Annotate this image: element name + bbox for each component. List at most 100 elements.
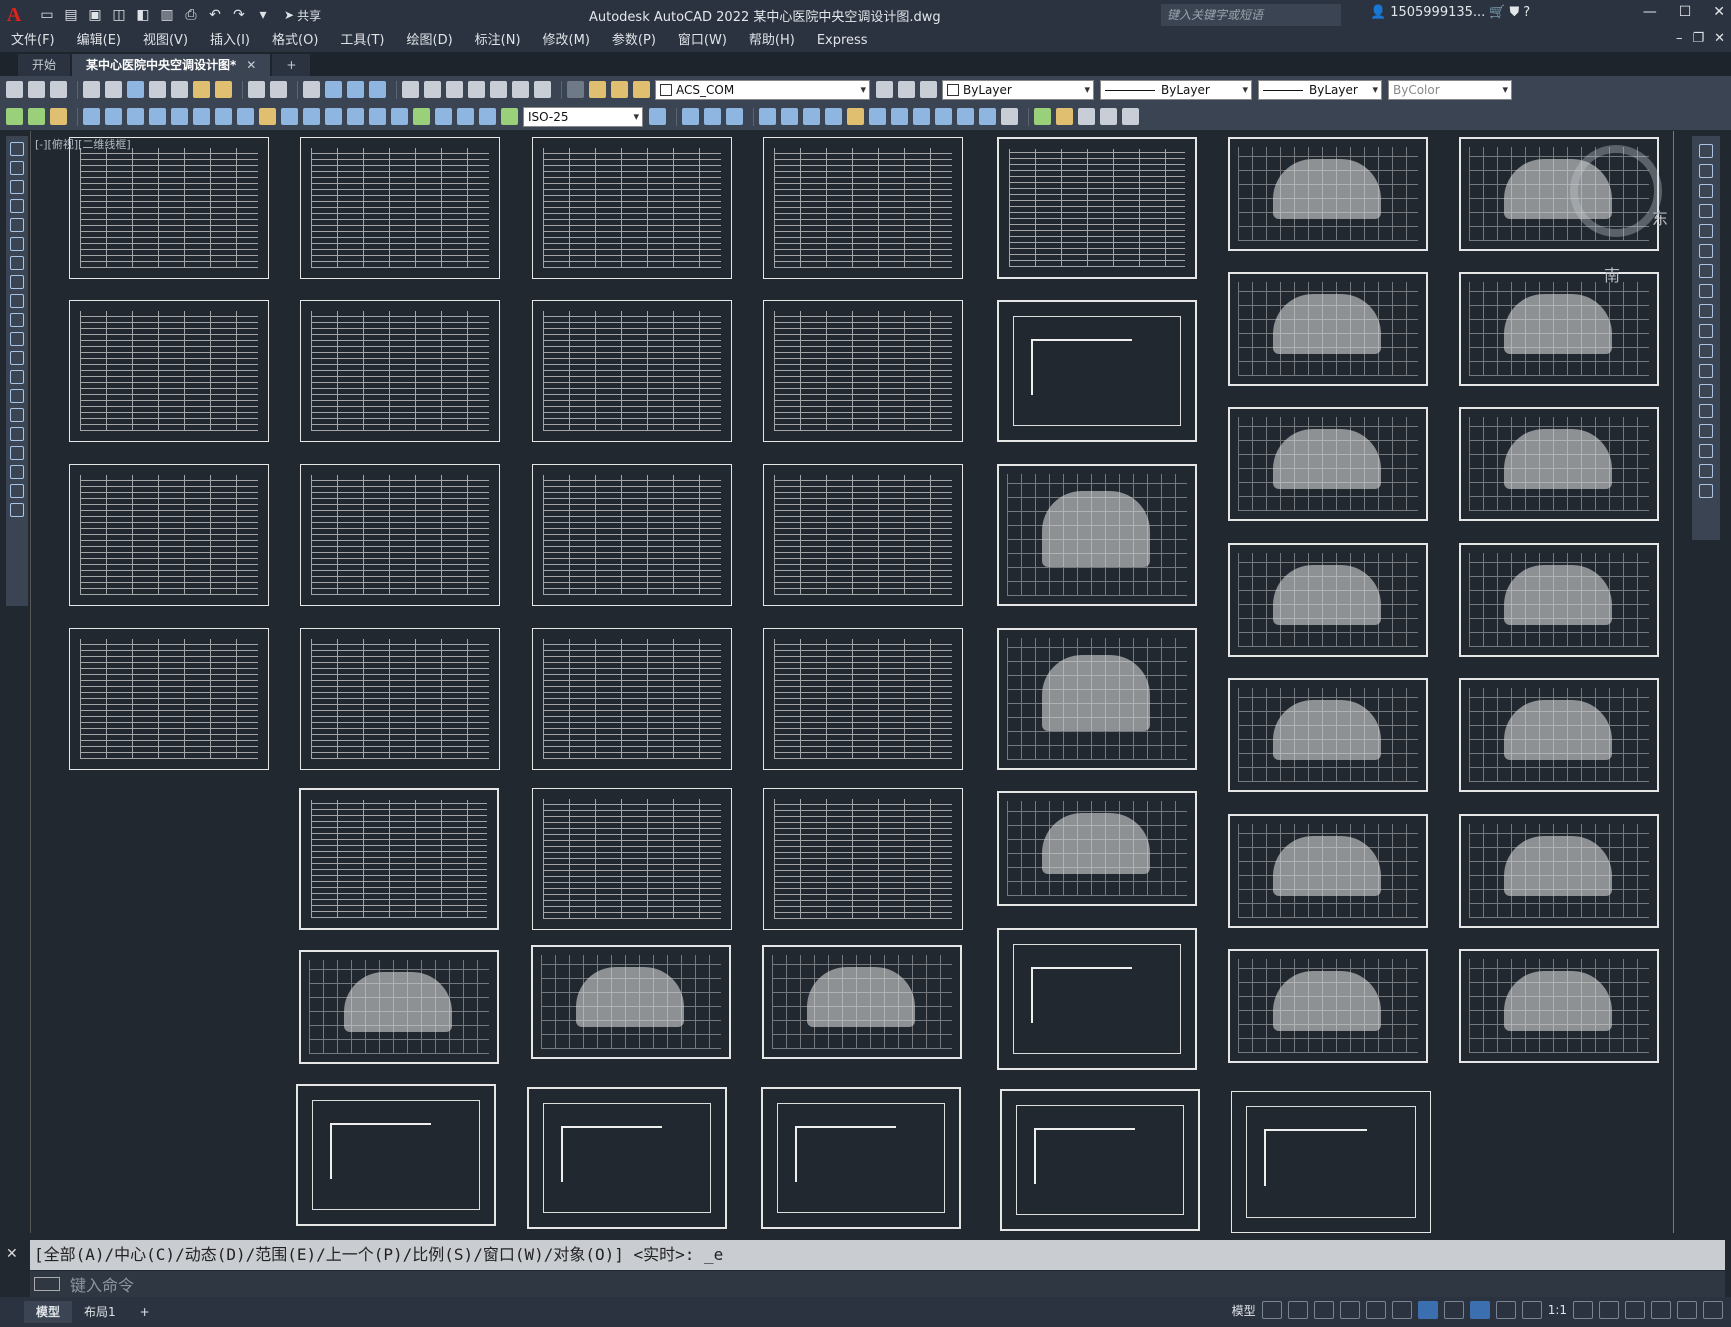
new-tab-button[interactable]: + bbox=[272, 54, 311, 76]
dim-jogged-icon[interactable] bbox=[193, 108, 210, 125]
doc-close-button[interactable]: ✕ bbox=[1714, 31, 1725, 46]
tab-layout1[interactable]: 布局1 bbox=[72, 1301, 128, 1323]
trim-icon[interactable] bbox=[1699, 324, 1713, 338]
ortho-icon[interactable] bbox=[1313, 1301, 1334, 1319]
layer-freeze-icon[interactable] bbox=[611, 81, 628, 98]
close-button[interactable]: ✕ bbox=[1713, 4, 1725, 20]
menu-draw[interactable]: 绘图(D) bbox=[396, 30, 464, 52]
modify-offset-icon[interactable] bbox=[726, 108, 743, 125]
dimstyle-manager-icon[interactable] bbox=[649, 108, 666, 125]
dim-linear-icon[interactable] bbox=[83, 108, 100, 125]
dim-angular-icon[interactable] bbox=[237, 108, 254, 125]
ellipse-arc-icon[interactable] bbox=[10, 332, 24, 346]
menu-window[interactable]: 窗口(W) bbox=[667, 30, 738, 52]
blend-icon[interactable] bbox=[1699, 464, 1713, 478]
tool-palettes-icon[interactable] bbox=[446, 81, 463, 98]
minimize-button[interactable]: — bbox=[1643, 4, 1657, 20]
block-create-icon[interactable] bbox=[1056, 108, 1073, 125]
menu-format[interactable]: 格式(O) bbox=[261, 30, 329, 52]
paste-icon[interactable] bbox=[193, 81, 210, 98]
help-icon[interactable] bbox=[534, 81, 551, 98]
open-icon[interactable] bbox=[28, 81, 45, 98]
polygon-icon[interactable] bbox=[10, 199, 24, 213]
lineweight-toggle-icon[interactable] bbox=[1443, 1301, 1464, 1319]
cart-icon[interactable]: 🛒 bbox=[1489, 5, 1505, 20]
break-at-point-icon[interactable] bbox=[1699, 364, 1713, 378]
array-icon[interactable] bbox=[1699, 224, 1713, 238]
spline-icon[interactable] bbox=[10, 294, 24, 308]
modify-move-icon[interactable] bbox=[781, 108, 798, 125]
polar-icon[interactable] bbox=[1339, 1301, 1360, 1319]
qnew-icon[interactable] bbox=[6, 81, 23, 98]
customize-icon[interactable] bbox=[1703, 1301, 1723, 1319]
plotstyle-dropdown[interactable]: ByColor bbox=[1388, 79, 1512, 100]
modify-extend-icon[interactable] bbox=[891, 108, 908, 125]
menu-modify[interactable]: 修改(M) bbox=[532, 30, 601, 52]
dim-aligned-icon[interactable] bbox=[105, 108, 122, 125]
dimstyle-dropdown[interactable]: ISO-25 bbox=[523, 106, 643, 127]
menu-dimension[interactable]: 标注(N) bbox=[464, 30, 532, 52]
object-snap-icon[interactable] bbox=[1417, 1301, 1438, 1319]
block-icon-3[interactable] bbox=[1078, 108, 1095, 125]
join-icon[interactable] bbox=[1699, 404, 1713, 418]
explode-icon[interactable] bbox=[1699, 484, 1713, 498]
doc-minimize-button[interactable]: – bbox=[1676, 31, 1683, 46]
rectangle-icon[interactable] bbox=[10, 218, 24, 232]
plot-icon[interactable] bbox=[83, 81, 100, 98]
modify-copy-icon[interactable] bbox=[682, 108, 699, 125]
polyline-icon[interactable] bbox=[10, 180, 24, 194]
modify-array-icon[interactable] bbox=[759, 108, 776, 125]
plus-icon[interactable] bbox=[1599, 1301, 1619, 1319]
copy-icon[interactable] bbox=[1699, 164, 1713, 178]
snap-icon[interactable] bbox=[1287, 1301, 1308, 1319]
design-center-icon[interactable] bbox=[424, 81, 441, 98]
hatch-icon[interactable] bbox=[10, 408, 24, 422]
annotation-visibility-icon[interactable] bbox=[1469, 1301, 1490, 1319]
dim-diameter-icon[interactable] bbox=[215, 108, 232, 125]
dim-text-edit-icon[interactable] bbox=[479, 108, 496, 125]
extend-icon[interactable] bbox=[1699, 344, 1713, 358]
modify-stretch-icon[interactable] bbox=[847, 108, 864, 125]
break-icon[interactable] bbox=[1699, 384, 1713, 398]
dim-break-icon[interactable] bbox=[347, 108, 364, 125]
layer-previous-icon[interactable] bbox=[898, 81, 915, 98]
region-icon[interactable] bbox=[10, 446, 24, 460]
circle-icon[interactable] bbox=[10, 256, 24, 270]
markup-icon[interactable] bbox=[490, 81, 507, 98]
maximize-button[interactable]: ☐ bbox=[1679, 4, 1692, 20]
menu-tools[interactable]: 工具(T) bbox=[329, 30, 395, 52]
dim-arc-icon[interactable] bbox=[127, 108, 144, 125]
menu-view[interactable]: 视图(V) bbox=[132, 30, 199, 52]
zoom-window-icon[interactable] bbox=[347, 81, 364, 98]
open-icon[interactable]: ▤ bbox=[62, 6, 80, 24]
dim-radius-icon[interactable] bbox=[171, 108, 188, 125]
grid-icon[interactable] bbox=[1261, 1301, 1282, 1319]
inspection-icon[interactable] bbox=[413, 108, 430, 125]
move-icon[interactable] bbox=[1699, 244, 1713, 258]
scale-icon[interactable] bbox=[1699, 284, 1713, 298]
mirror-icon[interactable] bbox=[1699, 184, 1713, 198]
modify-trim-icon[interactable] bbox=[869, 108, 886, 125]
add-selected-icon[interactable] bbox=[10, 503, 24, 517]
matchprop-icon[interactable] bbox=[215, 81, 232, 98]
fillet-icon[interactable] bbox=[1699, 444, 1713, 458]
help-icon[interactable]: ? bbox=[1523, 5, 1530, 20]
compass-south-label[interactable]: 南 bbox=[1604, 262, 1620, 286]
tab-model[interactable]: 模型 bbox=[24, 1301, 73, 1323]
cut-icon[interactable] bbox=[149, 81, 166, 98]
menu-express[interactable]: Express bbox=[806, 30, 879, 52]
plot-icon[interactable]: ▥ bbox=[158, 6, 176, 24]
annotation-scale-icon[interactable] bbox=[1521, 1301, 1542, 1319]
print-icon[interactable]: ⎙ bbox=[182, 6, 200, 24]
workspace-icon[interactable] bbox=[6, 108, 23, 125]
properties-icon[interactable] bbox=[402, 81, 419, 98]
add-layout-button[interactable]: + bbox=[128, 1301, 162, 1323]
sheetset-icon[interactable] bbox=[468, 81, 485, 98]
tolerance-icon[interactable] bbox=[369, 108, 386, 125]
saveas-icon[interactable]: ◫ bbox=[110, 6, 128, 24]
arc-icon[interactable] bbox=[10, 237, 24, 251]
dim-edit-icon[interactable] bbox=[457, 108, 474, 125]
tool-icon-3[interactable] bbox=[50, 108, 67, 125]
annotation-scale-value[interactable]: 1:1 bbox=[1548, 1303, 1567, 1317]
make-current-icon[interactable] bbox=[876, 81, 893, 98]
